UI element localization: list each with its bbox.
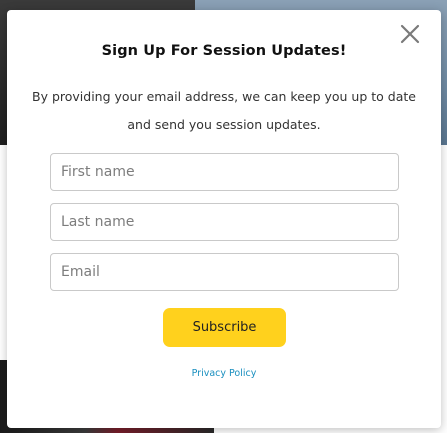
first-name-input[interactable]	[50, 153, 399, 191]
close-button[interactable]	[399, 23, 421, 45]
modal-title: Sign Up For Session Updates!	[101, 43, 347, 59]
signup-modal: Sign Up For Session Updates! By providin…	[7, 10, 441, 428]
email-input[interactable]	[50, 253, 399, 291]
last-name-input[interactable]	[50, 203, 399, 241]
close-icon	[400, 24, 420, 44]
privacy-policy-link[interactable]: Privacy Policy	[7, 368, 441, 379]
modal-description: By providing your email address, we can …	[32, 89, 416, 132]
subscribe-button[interactable]: Subscribe	[163, 308, 286, 347]
